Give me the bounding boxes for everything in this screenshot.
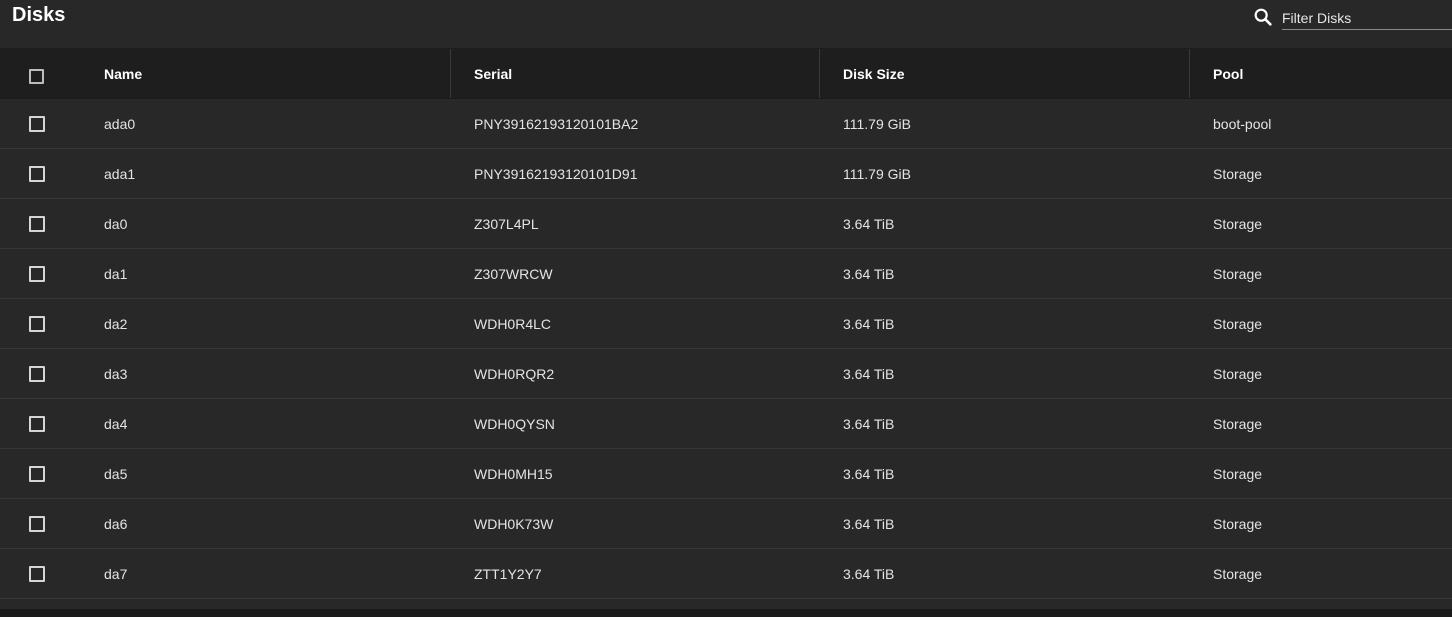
column-divider (819, 49, 820, 98)
disk-pool: Storage (1213, 216, 1263, 232)
table-row[interactable]: da7 ZTT1Y2Y7 3.64 TiB Storage (0, 549, 1452, 599)
table-footer-bar (0, 609, 1452, 617)
disk-serial: PNY39162193120101D91 (474, 166, 638, 182)
disk-pool: Storage (1213, 166, 1263, 182)
disk-serial: WDH0K73W (474, 516, 554, 532)
column-header-pool[interactable]: Pool (1213, 49, 1243, 98)
disk-size: 111.79 GiB (843, 166, 911, 182)
disk-name: ada1 (104, 166, 136, 182)
disk-serial: ZTT1Y2Y7 (474, 566, 542, 582)
row-checkbox[interactable] (29, 116, 45, 132)
table-row[interactable]: ada0 PNY39162193120101BA2 111.79 GiB boo… (0, 99, 1452, 149)
table-row[interactable]: da5 WDH0MH15 3.64 TiB Storage (0, 449, 1452, 499)
table-row[interactable]: da1 Z307WRCW 3.64 TiB Storage (0, 249, 1452, 299)
disk-size: 3.64 TiB (843, 316, 895, 332)
row-checkbox[interactable] (29, 216, 45, 232)
disk-name: da7 (104, 566, 128, 582)
row-checkbox[interactable] (29, 516, 45, 532)
disk-name: da4 (104, 416, 128, 432)
disk-name: da5 (104, 466, 128, 482)
row-checkbox[interactable] (29, 416, 45, 432)
search-icon[interactable] (1252, 6, 1274, 28)
disk-size: 111.79 GiB (843, 116, 911, 132)
column-header-name[interactable]: Name (104, 49, 142, 98)
filter-field (1282, 4, 1452, 30)
disk-name: da1 (104, 266, 128, 282)
row-checkbox[interactable] (29, 366, 45, 382)
disk-serial: PNY39162193120101BA2 (474, 116, 639, 132)
table-row[interactable]: da6 WDH0K73W 3.64 TiB Storage (0, 499, 1452, 549)
column-header-serial[interactable]: Serial (474, 49, 512, 98)
disk-name: da2 (104, 316, 128, 332)
page-title: Disks (12, 4, 66, 26)
disk-serial: WDH0QYSN (474, 416, 555, 432)
disk-name: da6 (104, 516, 128, 532)
disk-serial: WDH0R4LC (474, 316, 552, 332)
table-row[interactable]: da0 Z307L4PL 3.64 TiB Storage (0, 199, 1452, 249)
row-checkbox[interactable] (29, 466, 45, 482)
disk-pool: Storage (1213, 366, 1263, 382)
row-checkbox[interactable] (29, 566, 45, 582)
disk-size: 3.64 TiB (843, 516, 895, 532)
disk-pool: Storage (1213, 316, 1263, 332)
filter-disks-input[interactable] (1282, 4, 1452, 29)
select-all-checkbox[interactable] (29, 69, 44, 84)
disk-pool: Storage (1213, 516, 1263, 532)
disk-name: ada0 (104, 116, 136, 132)
table-row[interactable]: da3 WDH0RQR2 3.64 TiB Storage (0, 349, 1452, 399)
disks-table: Name Serial Disk Size Pool ada0 PNY39162… (0, 49, 1452, 599)
row-checkbox[interactable] (29, 166, 45, 182)
disk-size: 3.64 TiB (843, 216, 895, 232)
page-header: Disks (0, 0, 1452, 49)
disk-pool: Storage (1213, 566, 1263, 582)
table-row[interactable]: da2 WDH0R4LC 3.64 TiB Storage (0, 299, 1452, 349)
table-row[interactable]: da4 WDH0QYSN 3.64 TiB Storage (0, 399, 1452, 449)
disk-serial: WDH0RQR2 (474, 366, 555, 382)
disk-pool: boot-pool (1213, 116, 1272, 132)
disk-size: 3.64 TiB (843, 566, 895, 582)
disk-pool: Storage (1213, 416, 1263, 432)
row-checkbox[interactable] (29, 266, 45, 282)
disks-page: Disks Name Serial Disk Size Pool ada0 PN… (0, 0, 1452, 617)
disk-name: da3 (104, 366, 128, 382)
column-header-disk-size[interactable]: Disk Size (843, 49, 904, 98)
disk-size: 3.64 TiB (843, 366, 895, 382)
column-divider (450, 49, 451, 98)
column-divider (1189, 49, 1190, 98)
disk-name: da0 (104, 216, 128, 232)
disk-pool: Storage (1213, 266, 1263, 282)
table-row[interactable]: ada1 PNY39162193120101D91 111.79 GiB Sto… (0, 149, 1452, 199)
disk-size: 3.64 TiB (843, 466, 895, 482)
disk-serial: Z307WRCW (474, 266, 553, 282)
disk-size: 3.64 TiB (843, 266, 895, 282)
disk-serial: WDH0MH15 (474, 466, 553, 482)
row-checkbox[interactable] (29, 316, 45, 332)
disk-serial: Z307L4PL (474, 216, 539, 232)
disk-pool: Storage (1213, 466, 1263, 482)
table-header-row: Name Serial Disk Size Pool (0, 49, 1452, 99)
disk-size: 3.64 TiB (843, 416, 895, 432)
